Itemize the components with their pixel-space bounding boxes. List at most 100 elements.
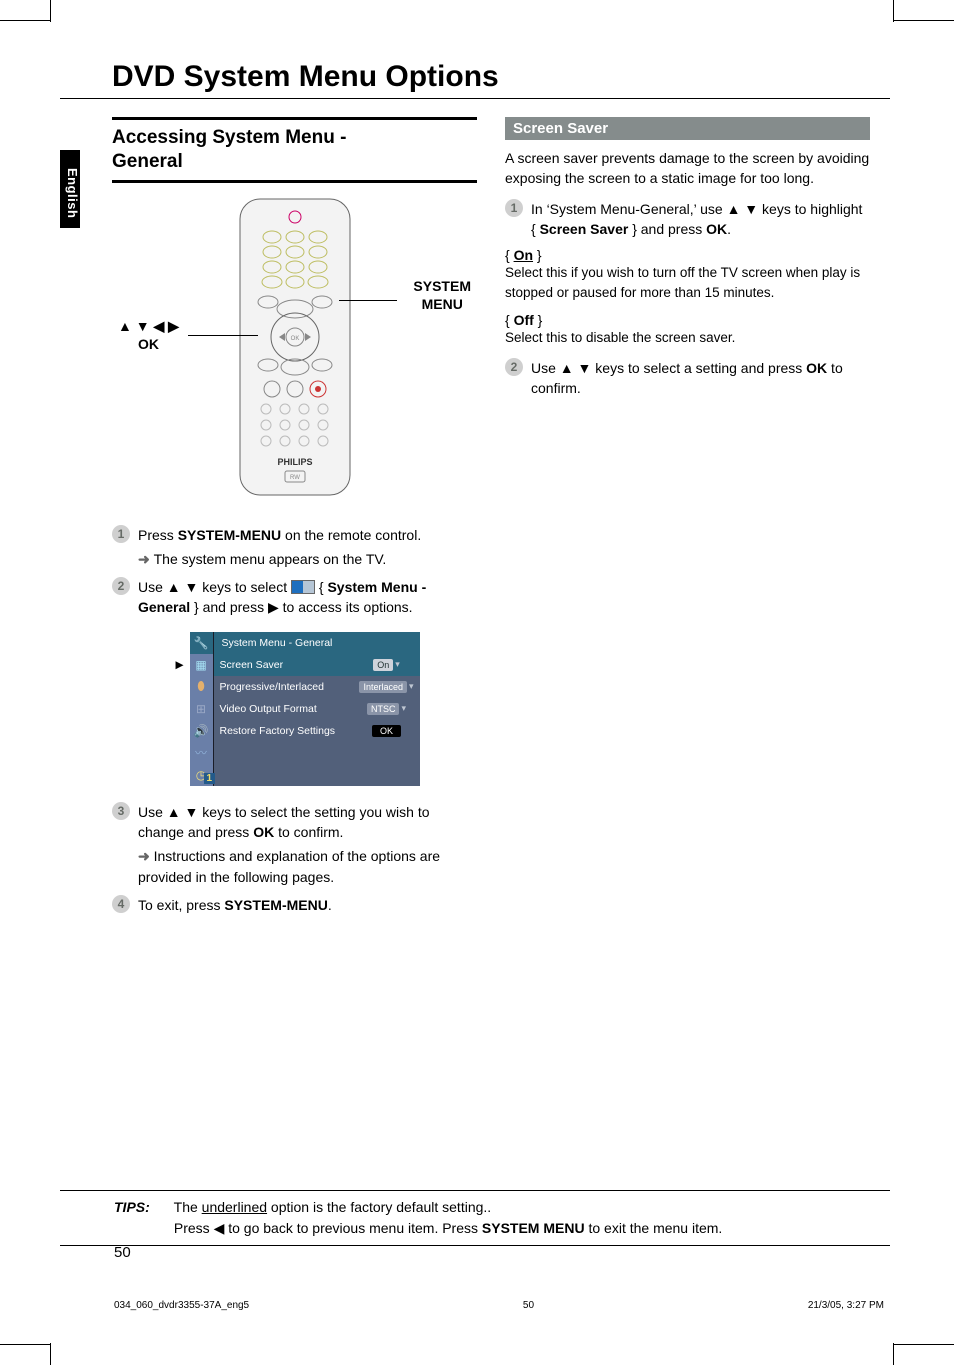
step1-text-a: Press (138, 527, 178, 543)
osd-pointer-icon: ▶ (170, 654, 190, 676)
osd-row-value: NTSC▾ (354, 698, 420, 720)
step3-text-b: OK (253, 824, 274, 840)
section-heading: Accessing System Menu - General (112, 117, 477, 183)
r1-d: OK (706, 221, 727, 237)
tips-label: TIPS: (114, 1197, 170, 1218)
r2-b: OK (806, 360, 827, 376)
step-number-icon: 4 (112, 895, 130, 913)
option-on-label: On (514, 247, 533, 263)
step1-text-b: SYSTEM-MENU (178, 527, 281, 543)
step2-text-b: { (315, 579, 327, 595)
step4-text-c: . (328, 897, 332, 913)
crop-mark (50, 0, 51, 22)
remote-figure: OK PHILIPS (112, 197, 477, 507)
r1-c: } and press (628, 221, 706, 237)
step1-sub: ➜ The system menu appears on the TV. (138, 549, 477, 569)
print-footer-left: 034_060_dvdr3355-37A_eng5 (114, 1300, 249, 1311)
figure-callout-line (339, 300, 397, 301)
osd-pointer-icon (170, 720, 190, 742)
osd-row-label: Progressive/Interlaced (214, 676, 354, 698)
tips-line1-a: The (174, 1199, 202, 1215)
screensaver-intro: A screen saver prevents damage to the sc… (505, 148, 870, 189)
osd-row-value: Interlaced▾ (354, 676, 420, 698)
osd-side-icon: ▦ (190, 654, 213, 676)
osd-row: ▶▦Screen SaverOn▾ (170, 654, 420, 676)
tips-box: TIPS: The underlined option is the facto… (60, 1190, 890, 1246)
step3-text-c: to confirm. (274, 824, 343, 840)
left-column: Accessing System Menu - General (112, 117, 477, 919)
osd-side-icon: ⊞ (190, 698, 213, 720)
r2-a: Use ▲ ▼ keys to select a setting and pre… (531, 360, 806, 376)
svg-text:OK: OK (290, 336, 299, 342)
step-number-icon: 2 (112, 577, 130, 595)
step3-sub-text: Instructions and explanation of the opti… (138, 848, 440, 884)
osd-value-badge: Interlaced (359, 681, 407, 693)
osd-row-label: Video Output Format (214, 698, 354, 720)
wrench-icon: 🔧 (190, 632, 213, 654)
option-on-desc: Select this if you wish to turn off the … (505, 263, 870, 302)
right-step-2: 2 Use ▲ ▼ keys to select a setting and p… (505, 358, 870, 399)
tips-line1-c: option is the factory default setting.. (267, 1199, 491, 1215)
step-number-icon: 3 (112, 802, 130, 820)
figure-label-ok: OK (138, 336, 159, 352)
print-footer: 034_060_dvdr3355-37A_eng5 50 21/3/05, 3:… (114, 1300, 884, 1311)
crop-mark (893, 1343, 894, 1365)
option-off-desc: Select this to disable the screen saver. (505, 328, 870, 348)
crop-mark (50, 1343, 51, 1365)
osd-side-icon: 🔊 (190, 720, 213, 742)
step-4: 4 To exit, press SYSTEM-MENU. (112, 895, 477, 915)
tips-line2-b: SYSTEM MENU (482, 1220, 585, 1236)
step1-sub-text: The system menu appears on the TV. (154, 551, 387, 567)
osd-page-badge: 1 (204, 773, 216, 784)
osd-pointer-icon (170, 676, 190, 698)
figure-label-sysmenu: SYSTEM MENU (413, 277, 471, 313)
step-3: 3 Use ▲ ▼ keys to select the setting you… (112, 802, 477, 843)
right-step-1: 1 In ‘System Menu-General,’ use ▲ ▼ keys… (505, 199, 870, 240)
step-1: 1 Press SYSTEM-MENU on the remote contro… (112, 525, 477, 545)
crop-mark (894, 1344, 954, 1345)
remote-illustration: OK PHILIPS (230, 197, 360, 497)
chevron-down-icon: ▾ (401, 703, 406, 714)
page-number: 50 (114, 1244, 131, 1261)
r1-b: Screen Saver (540, 221, 629, 237)
chevron-down-icon: ▾ (395, 659, 400, 670)
chevron-down-icon: ▾ (409, 681, 414, 692)
tips-line1-b: underlined (202, 1199, 267, 1215)
crop-mark (0, 20, 50, 21)
step1-text-c: on the remote control. (281, 527, 421, 543)
option-off: { Off } (505, 312, 870, 328)
osd-value-ok: OK (372, 725, 401, 737)
step2-text-a: Use ▲ ▼ keys to select (138, 579, 291, 595)
tips-line2-a: Press ◀ to go back to previous menu item… (174, 1220, 482, 1236)
step2-text-d: } and press ▶ to access its options. (190, 599, 412, 615)
r1-e: . (727, 221, 731, 237)
osd-row-value: OK (354, 720, 420, 742)
arrow-result-icon: ➜ (138, 848, 154, 864)
sub-heading-screensaver: Screen Saver (505, 117, 870, 140)
figure-label-nav: ▲ ▼ ◀ ▶ OK (118, 317, 179, 353)
remote-brand-text: PHILIPS (277, 457, 312, 467)
osd-menu-screenshot: 🔧 System Menu - General ▶▦Screen SaverOn… (170, 632, 420, 786)
page-content: DVD System Menu Options Accessing System… (60, 60, 890, 919)
osd-row: 🔊Restore Factory Settings OK (170, 720, 420, 742)
step4-text-a: To exit, press (138, 897, 224, 913)
step-number-icon: 1 (112, 525, 130, 543)
menu-icon (291, 580, 315, 594)
osd-row-label: Screen Saver (214, 654, 354, 676)
option-off-label: Off (514, 312, 534, 328)
step-number-icon: 2 (505, 358, 523, 376)
right-column: Screen Saver A screen saver prevents dam… (505, 117, 870, 919)
figure-label-system: SYSTEM (413, 278, 471, 294)
osd-row-label: Restore Factory Settings (214, 720, 354, 742)
osd-row-value: On▾ (354, 654, 420, 676)
osd-value-badge: On (373, 659, 393, 671)
tips-line2-c: to exit the menu item. (585, 1220, 723, 1236)
crop-mark (893, 0, 894, 22)
svg-text:RW: RW (290, 475, 300, 481)
osd-row: ⊞Video Output FormatNTSC▾ (170, 698, 420, 720)
osd-side-spacer (170, 632, 190, 654)
page-title: DVD System Menu Options (60, 60, 890, 99)
figure-label-arrows: ▲ ▼ ◀ ▶ (118, 318, 179, 334)
step-number-icon: 1 (505, 199, 523, 217)
heading-line1: Accessing System Menu - (112, 127, 346, 148)
